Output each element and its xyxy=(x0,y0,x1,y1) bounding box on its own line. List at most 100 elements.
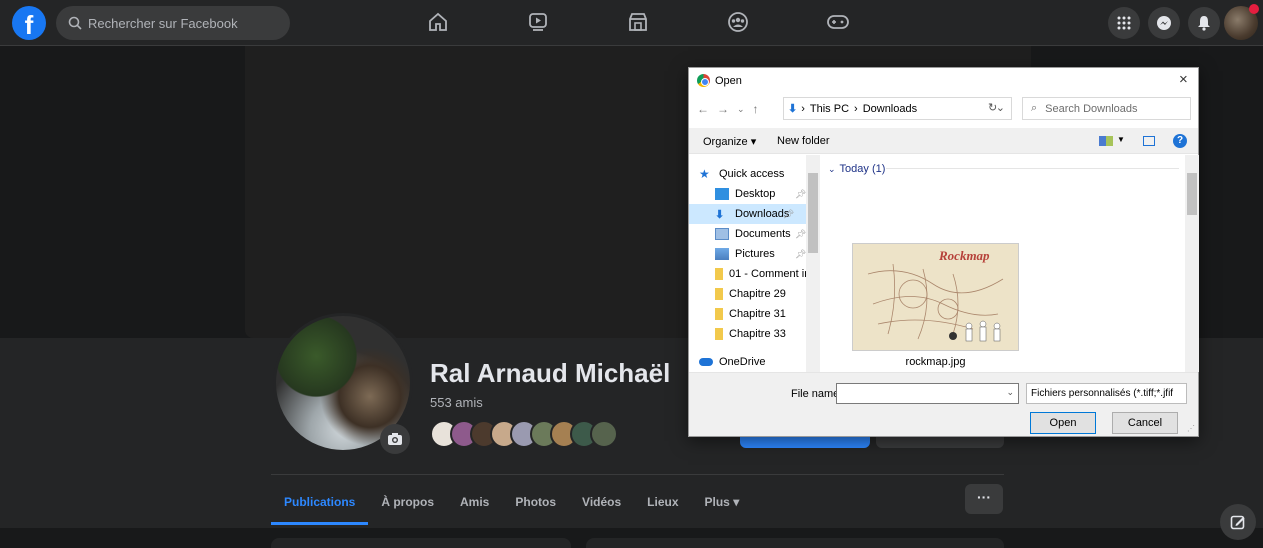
open-file-dialog: Open × ← → ⌄ ↑ ⬇ › This PC › Downloads ⌄… xyxy=(688,67,1199,437)
nav-pictures[interactable]: Pictures 📌︎ xyxy=(715,244,806,264)
tab-photos[interactable]: Photos xyxy=(502,485,569,525)
recent-locations-icon[interactable]: ⌄ xyxy=(737,104,745,115)
tab-videos[interactable]: Vidéos xyxy=(569,485,634,525)
nav-quick-access[interactable]: ★ Quick access xyxy=(699,164,784,184)
search-downloads-input[interactable]: ⌕ Search Downloads xyxy=(1022,97,1191,120)
tab-publications[interactable]: Publications xyxy=(271,485,369,525)
resize-grip-icon[interactable]: ⋰ xyxy=(1187,424,1195,433)
chevron-down-icon: ⌄ xyxy=(828,163,836,174)
preview-pane-icon[interactable] xyxy=(1143,136,1155,146)
close-icon[interactable]: × xyxy=(1179,71,1188,88)
nav-folder[interactable]: 01 - Comment ir xyxy=(715,264,808,284)
camera-icon[interactable] xyxy=(380,424,410,454)
nav-desktop[interactable]: Desktop 📌︎ xyxy=(715,184,806,204)
nav-downloads[interactable]: ⬇ Downloads 📌︎ xyxy=(689,204,808,224)
navigation-controls: ← → ⌄ ↑ xyxy=(697,98,767,120)
nav-label: Quick access xyxy=(719,168,785,180)
pin-icon: 📌︎ xyxy=(795,228,807,239)
dialog-toolbar: Organize ▾ New folder ▼ ? xyxy=(689,128,1198,154)
breadcrumb-separator: › xyxy=(854,102,858,115)
folder-icon xyxy=(715,268,723,280)
nav-label: Desktop xyxy=(735,188,776,200)
bell-icon[interactable] xyxy=(1188,7,1220,39)
back-arrow-icon[interactable]: ← xyxy=(697,102,709,116)
intro-card xyxy=(271,538,571,548)
documents-icon xyxy=(715,228,729,240)
help-icon[interactable]: ? xyxy=(1173,134,1187,148)
breadcrumb-separator: › xyxy=(801,102,805,115)
gaming-icon[interactable] xyxy=(824,8,852,36)
nav-label: Documents xyxy=(735,228,791,240)
tab-about[interactable]: À propos xyxy=(368,485,447,525)
file-thumbnail[interactable]: Rockmap xyxy=(852,243,1019,351)
view-options-icon[interactable] xyxy=(1099,136,1113,146)
nav-folder[interactable]: Chapitre 29 xyxy=(715,284,786,304)
friends-count[interactable]: 553 amis xyxy=(430,395,483,410)
nav-label: Downloads xyxy=(735,208,790,220)
dialog-footer: File name: ⌄ Fichiers personnalisés (*.t… xyxy=(689,372,1198,436)
up-arrow-icon[interactable]: ↑ xyxy=(753,102,759,116)
navigation-pane: ★ Quick access Desktop 📌︎ ⬇ Downloads 📌︎… xyxy=(689,155,822,372)
breadcrumb-downloads[interactable]: Downloads xyxy=(863,103,917,115)
thumbnail-title: Rockmap xyxy=(938,248,990,263)
tab-places[interactable]: Lieux xyxy=(634,485,691,525)
folder-icon xyxy=(715,328,723,340)
nav-label: Chapitre 31 xyxy=(729,308,786,320)
friend-avatar[interactable] xyxy=(590,420,618,448)
group-header[interactable]: ⌄ Today (1) xyxy=(828,163,885,175)
file-list-scrollbar[interactable] xyxy=(1185,155,1199,372)
home-icon[interactable] xyxy=(424,8,452,36)
nav-folder[interactable]: Chapitre 31 xyxy=(715,304,786,324)
file-type-filter[interactable]: Fichiers personnalisés (*.tiff;*.jfif xyxy=(1026,383,1187,404)
tab-more[interactable]: Plus ▾ xyxy=(692,485,753,525)
groups-icon[interactable] xyxy=(724,8,752,36)
scrollbar-thumb[interactable] xyxy=(808,173,818,253)
facebook-logo[interactable]: f xyxy=(12,6,46,40)
folder-icon xyxy=(715,288,723,300)
more-options-button[interactable]: ··· xyxy=(965,484,1003,514)
nav-documents[interactable]: Documents 📌︎ xyxy=(715,224,806,244)
pin-icon: 📌︎ xyxy=(795,248,807,259)
search-input[interactable]: Rechercher sur Facebook xyxy=(56,6,290,40)
marketplace-icon[interactable] xyxy=(624,8,652,36)
search-placeholder: Search Downloads xyxy=(1045,102,1138,115)
pin-icon: 📌︎ xyxy=(783,208,795,219)
profile-tabs: Publications À propos Amis Photos Vidéos… xyxy=(271,485,752,525)
messenger-icon[interactable] xyxy=(1148,7,1180,39)
address-bar[interactable]: ⬇ › This PC › Downloads ⌄ xyxy=(783,97,1012,120)
nav-folder[interactable]: Chapitre 33 xyxy=(715,324,786,344)
tab-friends[interactable]: Amis xyxy=(447,485,502,525)
breadcrumb-this-pc[interactable]: This PC xyxy=(810,103,849,115)
open-button[interactable]: Open xyxy=(1030,412,1096,434)
top-navigation-bar: f Rechercher sur Facebook xyxy=(0,0,1263,46)
new-folder-button[interactable]: New folder xyxy=(777,135,830,147)
scrollbar-thumb[interactable] xyxy=(1187,173,1197,215)
search-icon: ⌕ xyxy=(1031,102,1038,114)
file-name-label[interactable]: rockmap.jpg xyxy=(852,356,1019,368)
star-icon: ★ xyxy=(699,167,710,181)
nav-label: OneDrive xyxy=(719,356,766,368)
menu-grid-icon[interactable] xyxy=(1108,7,1140,39)
chevron-down-icon[interactable]: ⌄ xyxy=(1006,387,1014,398)
watch-icon[interactable] xyxy=(524,8,552,36)
file-name-field-label: File name: xyxy=(791,388,843,400)
nav-onedrive[interactable]: OneDrive xyxy=(699,352,765,372)
file-name-field[interactable]: ⌄ xyxy=(836,383,1019,404)
cloud-icon xyxy=(699,358,713,366)
pictures-icon xyxy=(715,248,729,260)
dialog-title: Open xyxy=(715,74,742,87)
chrome-icon xyxy=(697,74,710,87)
profile-name: Ral Arnaud Michaël xyxy=(430,358,671,388)
notification-badge xyxy=(1249,4,1259,14)
nav-label: Chapitre 29 xyxy=(729,288,786,300)
forward-arrow-icon[interactable]: → xyxy=(717,102,729,116)
organize-button[interactable]: Organize ▾ xyxy=(703,135,756,148)
compose-icon[interactable] xyxy=(1220,504,1256,540)
refresh-icon[interactable]: ↻ xyxy=(988,101,997,114)
chevron-down-icon[interactable]: ▼ xyxy=(1117,135,1125,144)
navigation-scrollbar[interactable] xyxy=(806,155,820,372)
cancel-button[interactable]: Cancel xyxy=(1112,412,1178,434)
downloads-arrow-icon: ⬇ xyxy=(788,103,798,115)
dialog-title-bar: Open xyxy=(697,74,742,87)
search-placeholder: Rechercher sur Facebook xyxy=(88,15,238,31)
